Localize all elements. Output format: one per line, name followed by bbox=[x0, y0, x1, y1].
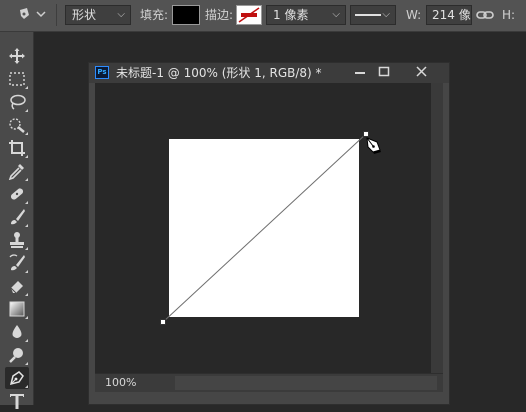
stroke-style-select[interactable]: ⌵ bbox=[350, 5, 396, 25]
clone-stamp-tool[interactable] bbox=[5, 229, 29, 251]
dodge-tool[interactable] bbox=[5, 344, 29, 366]
fill-swatch[interactable] bbox=[172, 5, 200, 25]
stroke-line-icon bbox=[355, 14, 381, 16]
fill-label: 填充: bbox=[140, 8, 169, 22]
height-label: H: bbox=[502, 8, 516, 22]
brush-tool[interactable] bbox=[5, 206, 29, 228]
lasso-icon bbox=[10, 94, 26, 110]
link-icon[interactable] bbox=[476, 5, 494, 25]
healing-brush-icon bbox=[10, 188, 24, 200]
gradient-tool[interactable] bbox=[5, 298, 29, 320]
divider bbox=[56, 4, 57, 26]
document-title: 未标题-1 @ 100% (形状 1, RGB/8) * bbox=[116, 66, 322, 80]
chevron-down-icon: ⌵ bbox=[382, 9, 390, 20]
stroke-label: 描边: bbox=[205, 8, 234, 22]
anchor-point-end[interactable] bbox=[363, 131, 369, 137]
width-value: 214 像素 bbox=[432, 8, 471, 22]
shape-mode-select[interactable]: 形状 ⌵ bbox=[65, 5, 131, 25]
tool-preset-picker[interactable] bbox=[10, 4, 50, 26]
move-tool[interactable] bbox=[5, 45, 29, 67]
chevron-down-icon bbox=[36, 11, 46, 18]
pen-cursor-icon bbox=[366, 137, 381, 154]
tools-panel bbox=[0, 32, 34, 409]
shape-mode-value: 形状 bbox=[72, 8, 97, 22]
pen-icon bbox=[20, 8, 46, 19]
chevron-down-icon: ⌵ bbox=[117, 9, 125, 20]
stroke-width-value: 1 像素 bbox=[273, 8, 309, 22]
crop-icon bbox=[9, 140, 25, 156]
stroke-swatch[interactable] bbox=[236, 5, 262, 25]
zoom-level[interactable]: 100% bbox=[105, 375, 136, 391]
minimize-button[interactable] bbox=[349, 63, 371, 81]
eraser-icon bbox=[10, 281, 23, 294]
type-icon bbox=[10, 394, 24, 409]
marquee-icon bbox=[9, 72, 25, 86]
close-icon bbox=[416, 66, 427, 77]
width-label: W: bbox=[406, 8, 422, 22]
blur-icon bbox=[12, 325, 22, 338]
stroke-width-field[interactable]: 1 像素 ⌵ bbox=[266, 5, 346, 25]
options-bar: 形状 ⌵ 填充: 描边: 1 像素 ⌵ ⌵ W: 214 像素 H: bbox=[0, 0, 526, 32]
close-button[interactable] bbox=[411, 63, 433, 81]
healing-brush-tool[interactable] bbox=[5, 183, 29, 205]
stroke-swatch-icon bbox=[238, 7, 260, 23]
history-brush-tool[interactable] bbox=[5, 252, 29, 274]
minimize-icon bbox=[355, 72, 365, 74]
rectangular-marquee-tool[interactable] bbox=[5, 68, 29, 90]
horizontal-scrollbar[interactable] bbox=[175, 376, 437, 390]
history-brush-icon bbox=[9, 254, 25, 271]
document-statusbar: 100% bbox=[95, 373, 443, 392]
quick-selection-tool[interactable] bbox=[5, 114, 29, 136]
crop-tool[interactable] bbox=[5, 137, 29, 159]
maximize-icon bbox=[378, 66, 390, 77]
vertical-scrollbar[interactable] bbox=[431, 83, 443, 373]
anchor-point-start[interactable] bbox=[160, 319, 166, 325]
eyedropper-tool[interactable] bbox=[5, 160, 29, 182]
photoshop-icon: Ps bbox=[95, 66, 109, 79]
width-input[interactable]: 214 像素 bbox=[426, 5, 472, 25]
type-tool[interactable] bbox=[5, 390, 29, 412]
stamp-icon bbox=[10, 232, 24, 248]
eraser-tool[interactable] bbox=[5, 275, 29, 297]
pen-tool[interactable] bbox=[5, 367, 29, 389]
chevron-down-icon: ⌵ bbox=[332, 9, 340, 20]
canvas-workspace[interactable] bbox=[95, 83, 431, 373]
quick-selection-icon bbox=[9, 118, 25, 133]
pen-icon bbox=[9, 371, 24, 386]
move-icon bbox=[9, 48, 25, 64]
blur-tool[interactable] bbox=[5, 321, 29, 343]
lasso-tool[interactable] bbox=[5, 91, 29, 113]
document-titlebar[interactable]: Ps 未标题-1 @ 100% (形状 1, RGB/8) * bbox=[89, 63, 449, 83]
dodge-icon bbox=[9, 348, 23, 363]
gradient-icon bbox=[9, 301, 25, 317]
document-window: Ps 未标题-1 @ 100% (形状 1, RGB/8) * 100% bbox=[88, 62, 450, 405]
maximize-button[interactable] bbox=[373, 63, 395, 81]
canvas-svg bbox=[160, 131, 381, 325]
brush-icon bbox=[11, 209, 25, 225]
eyedropper-icon bbox=[8, 164, 24, 180]
